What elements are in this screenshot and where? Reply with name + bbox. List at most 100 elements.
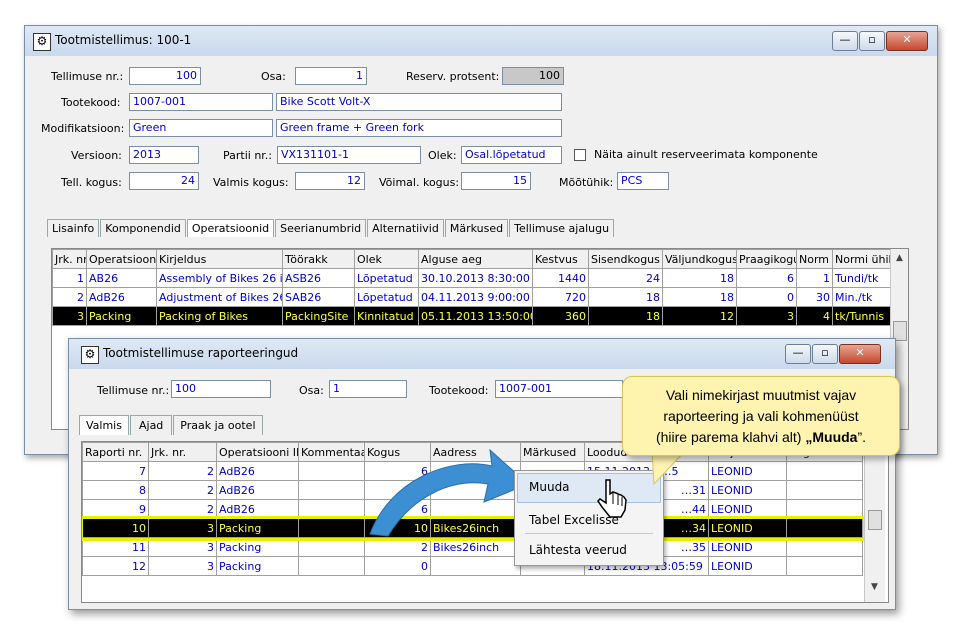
cell: 8	[82, 480, 149, 500]
part-field[interactable]: 1	[295, 67, 367, 85]
close-button[interactable]: ✕	[839, 344, 881, 364]
cell: tk/Tunnis	[832, 306, 891, 326]
product-name-field[interactable]: Bike Scott Volt-X	[276, 93, 562, 111]
cell: Packing of Bikes	[156, 306, 283, 326]
column-header[interactable]: Jrk. nr.	[148, 442, 217, 462]
cell: SAB26	[282, 287, 355, 307]
tab-scrap-pending[interactable]: Praak ja ootel	[173, 415, 263, 435]
tab-operations[interactable]: Operatsioonid	[186, 219, 275, 237]
cell: 18	[588, 287, 663, 307]
cell: 04.11.2013 9:00:00	[418, 287, 533, 307]
cell: AdB26	[216, 499, 299, 519]
modification-field[interactable]: Green	[129, 119, 273, 137]
cell: 4	[796, 306, 833, 326]
cell: Packing	[216, 518, 299, 538]
column-header[interactable]: Raporti nr.	[82, 442, 149, 462]
reserve-percent-label: Reserv. protsent:	[406, 70, 500, 83]
column-header[interactable]: Väljundkogus	[662, 249, 737, 269]
menu-item-edit[interactable]: Muuda	[529, 480, 570, 494]
tab-notes[interactable]: Märkused	[444, 219, 509, 237]
cell: 6	[736, 268, 797, 288]
cell: 9	[82, 499, 149, 519]
column-header[interactable]: Kommentaar	[298, 442, 365, 462]
column-header[interactable]: Olek	[354, 249, 419, 269]
cell	[786, 518, 863, 538]
table-row[interactable]: 12 3 Packing 0 18.11.2013 13:05:59 LEONI…	[82, 556, 863, 576]
vertical-scrollbar[interactable]: ▼	[864, 442, 885, 602]
reports-window-title: Tootmistellimuse raporteeringud	[103, 346, 299, 360]
tab-order-history[interactable]: Tellimuse ajalugu	[509, 219, 615, 237]
report-part-field[interactable]: 1	[329, 380, 407, 398]
column-header[interactable]: Operatsiooni	[86, 249, 157, 269]
cell: 18	[662, 287, 737, 307]
modification-desc-field[interactable]: Green frame + Green fork	[276, 119, 562, 137]
column-header[interactable]: Praagikogus	[736, 249, 797, 269]
done-qty-field[interactable]: 12	[295, 172, 365, 190]
order-no-field[interactable]: 100	[129, 67, 201, 85]
cell: 18	[662, 268, 737, 288]
tab-components[interactable]: Komponendid	[100, 219, 186, 237]
minimize-button[interactable]: —	[832, 31, 858, 51]
batch-label: Partii nr.:	[223, 149, 273, 162]
table-row-selected[interactable]: 3 Packing Packing of Bikes PackingSite K…	[52, 306, 891, 326]
unreserved-components-label: Näita ainult reserveerimata komponente	[594, 148, 818, 161]
app-gear-icon: ⚙	[81, 346, 99, 364]
cell	[786, 537, 863, 557]
cell: LEONID	[708, 518, 787, 538]
table-row[interactable]: 1 AB26 Assembly of Bikes 26 in ASB26 Lõp…	[52, 268, 891, 288]
tab-times[interactable]: Ajad	[129, 415, 173, 435]
column-header[interactable]: Alguse aeg	[418, 249, 533, 269]
tab-alternatives[interactable]: Alternatiivid	[367, 219, 444, 237]
cell: PackingSite	[282, 306, 355, 326]
scroll-thumb[interactable]	[868, 510, 882, 530]
status-field[interactable]: Osal.lõpetatud	[461, 146, 562, 164]
close-button[interactable]: ✕	[886, 31, 928, 51]
reports-title-bar[interactable]: ⚙ Tootmistellimuse raporteeringud — ▫ ✕	[69, 339, 895, 369]
reserve-percent-field: 100	[502, 67, 564, 85]
column-header[interactable]: Kirjeldus	[156, 249, 283, 269]
product-code-field[interactable]: 1007-001	[129, 93, 273, 111]
possible-qty-label: Võimal. kogus:	[379, 176, 460, 189]
cell: Min./tk	[832, 287, 891, 307]
cell: LEONID	[708, 480, 787, 500]
menu-item-reset-columns[interactable]: Lähtesta veerud	[529, 543, 627, 557]
report-order-no-field[interactable]: 100	[171, 380, 271, 398]
scroll-up-icon[interactable]: ▲	[896, 253, 903, 263]
ordered-qty-field[interactable]: 24	[129, 172, 199, 190]
cell: AB26	[86, 268, 157, 288]
column-header[interactable]: Operatsiooni ID	[216, 442, 299, 462]
cell: 3	[148, 518, 217, 538]
maximize-button[interactable]: ▫	[812, 344, 838, 364]
version-field[interactable]: 2013	[129, 146, 199, 164]
report-product-code-field[interactable]: 1007-001	[495, 380, 623, 398]
minimize-button[interactable]: —	[785, 344, 811, 364]
table-row[interactable]: 2 AdB26 Adjustment of Bikes 26 SAB26 Lõp…	[52, 287, 891, 307]
column-header[interactable]: Sisendkogus	[588, 249, 663, 269]
cell: Tundi/tk	[832, 268, 891, 288]
batch-field[interactable]: VX131101-1	[277, 146, 421, 164]
column-header[interactable]: Töörakk	[282, 249, 355, 269]
column-header[interactable]: Normi ühik	[832, 249, 891, 269]
cell: AdB26	[216, 461, 299, 481]
cell: 18	[588, 306, 663, 326]
tab-additional-info[interactable]: Lisainfo	[47, 219, 100, 237]
cell: Assembly of Bikes 26 in	[156, 268, 283, 288]
report-order-no-label: Tellimuse nr.:	[97, 384, 170, 397]
cell	[430, 556, 521, 576]
unreserved-components-checkbox[interactable]	[574, 149, 586, 161]
column-header[interactable]: Jrk. nr.	[52, 249, 87, 269]
unit-field[interactable]: PCS	[617, 172, 669, 190]
cell: 0	[736, 287, 797, 307]
scroll-down-icon[interactable]: ▼	[871, 582, 878, 592]
cell: Packing	[86, 306, 157, 326]
title-bar[interactable]: ⚙ Tootmistellimus: 100-1 — ▫ ✕	[25, 26, 937, 56]
maximize-button[interactable]: ▫	[859, 31, 885, 51]
column-header[interactable]: Norm	[796, 249, 833, 269]
cell: 3	[52, 306, 87, 326]
column-header[interactable]: Kestvus	[532, 249, 589, 269]
tab-serial-numbers[interactable]: Seerianumbrid	[275, 219, 367, 237]
table-row[interactable]: 11 3 Packing 2 Bikes26inch …35 LEONID	[82, 537, 863, 557]
tab-done[interactable]: Valmis	[79, 415, 129, 435]
possible-qty-field[interactable]: 15	[461, 172, 531, 190]
cell: ASB26	[282, 268, 355, 288]
